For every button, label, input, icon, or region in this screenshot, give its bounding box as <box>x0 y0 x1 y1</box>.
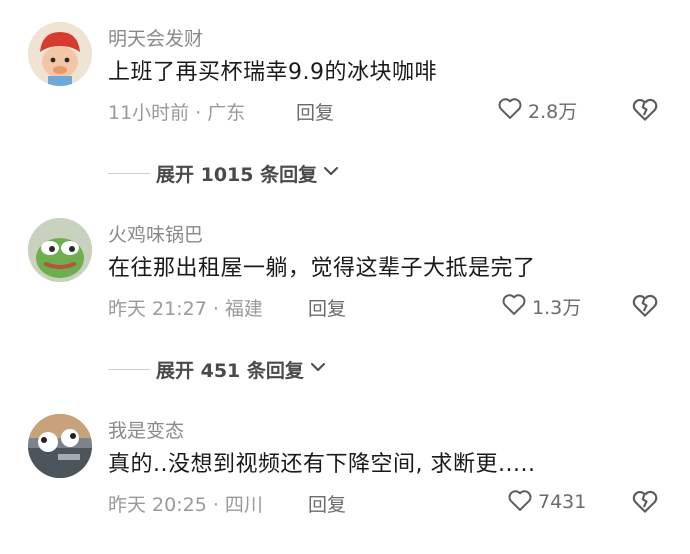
expand-replies-button[interactable]: 展开 1015 条回复 <box>108 158 341 188</box>
avatar[interactable] <box>28 414 92 478</box>
comment-text: 在往那出租屋一躺，觉得这辈子大抵是完了 <box>108 256 536 281</box>
expand-replies-label: 展开 451 条回复 <box>156 359 304 382</box>
comment-username[interactable]: 火鸡味锅巴 <box>108 220 203 247</box>
expand-replies-label: 展开 1015 条回复 <box>156 163 318 186</box>
broken-heart-icon <box>630 294 660 324</box>
avatar[interactable] <box>28 218 92 282</box>
like-count: 7431 <box>538 491 587 513</box>
like-button[interactable]: 1.3万 <box>500 290 581 322</box>
like-count: 1.3万 <box>532 296 582 319</box>
broken-heart-icon <box>630 98 660 128</box>
comment-meta: 11小时前 · 广东 <box>108 102 246 124</box>
comment-item: 我是变态 真的..没想到视频还有下降空间, 求断更..... 昨天 20:25 … <box>0 414 690 554</box>
dislike-button[interactable] <box>630 290 662 322</box>
broken-heart-icon <box>630 490 660 520</box>
comment-item: 明天会发财 上班了再买杯瑞幸9.9的冰块咖啡 11小时前 · 广东 回复 2.8… <box>0 22 690 162</box>
comment-username[interactable]: 明天会发财 <box>108 24 203 51</box>
dislike-button[interactable] <box>630 94 662 126</box>
heart-outline-icon <box>496 94 524 126</box>
like-button[interactable]: 7431 <box>506 486 586 518</box>
dislike-button[interactable] <box>630 486 662 518</box>
chevron-down-icon <box>317 161 341 185</box>
reply-button[interactable]: 回复 <box>308 294 346 321</box>
like-count: 2.8万 <box>528 100 578 123</box>
divider <box>108 172 150 174</box>
comment-username[interactable]: 我是变态 <box>108 416 184 443</box>
chevron-down-icon <box>304 357 328 381</box>
heart-outline-icon <box>500 290 528 322</box>
expand-replies-button[interactable]: 展开 451 条回复 <box>108 354 328 384</box>
comment-meta: 昨天 20:25 · 四川 <box>108 494 263 516</box>
comment-text: 上班了再买杯瑞幸9.9的冰块咖啡 <box>108 60 437 85</box>
reply-button[interactable]: 回复 <box>296 98 334 125</box>
comment-meta: 昨天 21:27 · 福建 <box>108 298 263 320</box>
heart-outline-icon <box>506 486 534 518</box>
like-button[interactable]: 2.8万 <box>496 94 577 126</box>
reply-button[interactable]: 回复 <box>308 490 346 517</box>
comment-item: 火鸡味锅巴 在往那出租屋一躺，觉得这辈子大抵是完了 昨天 21:27 · 福建 … <box>0 218 690 358</box>
avatar[interactable] <box>28 22 92 86</box>
divider <box>108 368 150 370</box>
comment-text: 真的..没想到视频还有下降空间, 求断更..... <box>108 452 536 477</box>
